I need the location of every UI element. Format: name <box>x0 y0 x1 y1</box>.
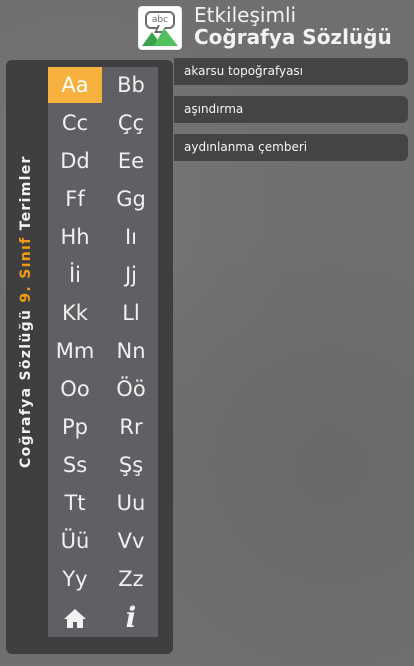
letter-button-4[interactable]: Dd <box>48 143 102 179</box>
letter-button-6[interactable]: Ff <box>48 181 102 217</box>
letter-button-27[interactable]: Zz <box>104 561 158 597</box>
title-line-1: Etkileşimli <box>194 3 297 27</box>
letter-button-19[interactable]: Rr <box>104 409 158 445</box>
mountains-icon <box>142 28 178 46</box>
app-logo: abc <box>138 6 182 50</box>
letter-button-26[interactable]: Yy <box>48 561 102 597</box>
alphabet-grid: Aa Bb Cc Çç Dd Ee Ff Gg Hh Iı İi Jj Kk Ll Mm Nn Oo Öö Pp Rr… <box>48 67 158 637</box>
letter-button-22[interactable]: Tt <box>48 485 102 521</box>
letter-button-1[interactable]: Bb <box>104 67 158 103</box>
letter-button-9[interactable]: Iı <box>104 219 158 255</box>
home-icon[interactable] <box>48 599 102 637</box>
letter-button-8[interactable]: Hh <box>48 219 102 255</box>
letter-button-13[interactable]: Ll <box>104 295 158 331</box>
letter-button-20[interactable]: Ss <box>48 447 102 483</box>
vertical-title-part1: Coğrafya Sözlüğü <box>18 302 34 468</box>
letter-button-18[interactable]: Pp <box>48 409 102 445</box>
vertical-title: Coğrafya Sözlüğü 9. Sınıf Terimler <box>18 155 34 468</box>
letter-button-21[interactable]: Şş <box>104 447 158 483</box>
letter-button-2[interactable]: Cc <box>48 105 102 141</box>
letter-button-7[interactable]: Gg <box>104 181 158 217</box>
letter-button-0[interactable]: Aa <box>48 67 102 103</box>
letter-button-23[interactable]: Uu <box>104 485 158 521</box>
app-title: Etkileşimli Coğrafya Sözlüğü <box>194 4 392 48</box>
term-item-3[interactable]: aydınlanma çemberi <box>174 134 408 161</box>
letter-button-17[interactable]: Öö <box>104 371 158 407</box>
letter-button-3[interactable]: Çç <box>104 105 158 141</box>
title-line-2: Coğrafya Sözlüğü <box>194 25 392 49</box>
vertical-title-part3: Terimler <box>18 155 34 237</box>
letter-button-15[interactable]: Nn <box>104 333 158 369</box>
letter-button-25[interactable]: Vv <box>104 523 158 559</box>
term-item-1[interactable]: akarsu topoğrafyası <box>174 58 408 85</box>
letter-button-5[interactable]: Ee <box>104 143 158 179</box>
letter-button-14[interactable]: Mm <box>48 333 102 369</box>
vertical-title-accent: 9. Sınıf <box>18 236 34 303</box>
app-header: abc Etkileşimli Coğrafya Sözlüğü <box>138 2 414 52</box>
letter-button-11[interactable]: Jj <box>104 257 158 293</box>
term-item-2[interactable]: aşındırma <box>174 96 408 123</box>
letter-button-12[interactable]: Kk <box>48 295 102 331</box>
letter-button-16[interactable]: Oo <box>48 371 102 407</box>
logo-speech-bubble: abc <box>145 11 175 29</box>
letter-button-10[interactable]: İi <box>48 257 102 293</box>
letter-button-24[interactable]: Üü <box>48 523 102 559</box>
info-icon[interactable]: i <box>104 599 158 637</box>
